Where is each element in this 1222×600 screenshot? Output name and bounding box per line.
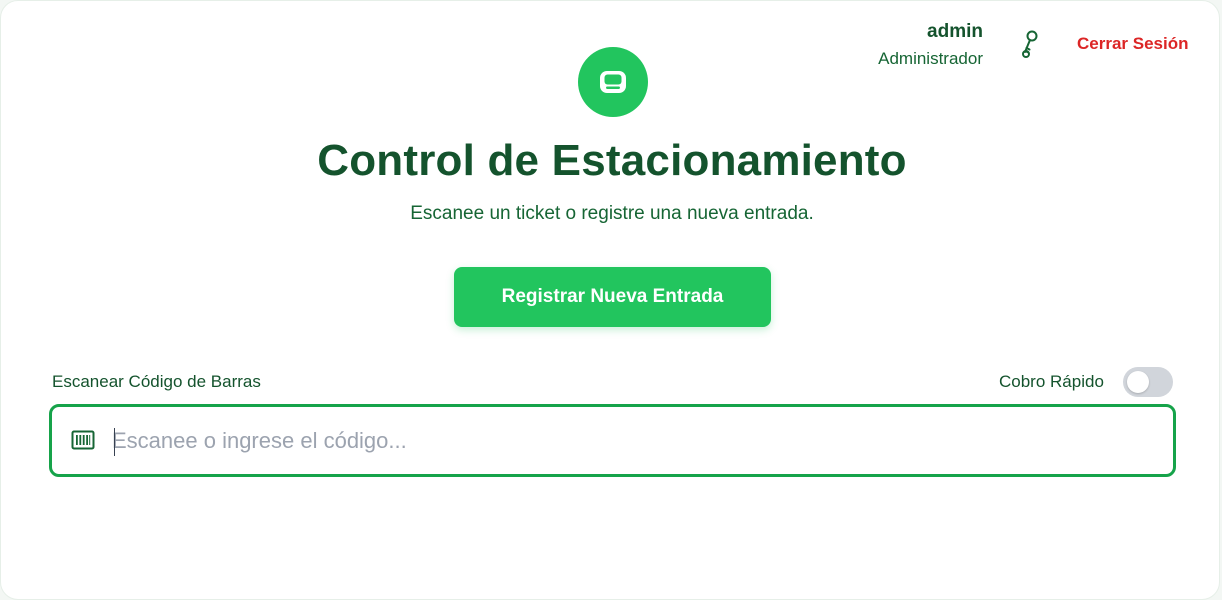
page-title: Control de Estacionamiento	[317, 136, 907, 185]
toggle-knob	[1127, 371, 1149, 393]
text-caret	[114, 428, 115, 456]
barcode-icon	[71, 429, 95, 451]
register-entry-button[interactable]: Registrar Nueva Entrada	[454, 267, 771, 327]
user-name: admin	[927, 21, 983, 42]
key-icon	[1022, 30, 1038, 58]
scan-label: Escanear Código de Barras	[52, 372, 261, 391]
change-password-button[interactable]	[1015, 28, 1045, 60]
logout-button[interactable]: Cerrar Sesión	[1077, 34, 1189, 54]
page-subtitle: Escanee un ticket o registre una nueva e…	[410, 203, 814, 224]
barcode-input[interactable]	[112, 421, 1152, 461]
main-card: admin Administrador Cerrar Sesión Contro…	[0, 0, 1220, 600]
user-role: Administrador	[878, 49, 983, 68]
car-icon	[600, 71, 626, 93]
app-logo	[578, 47, 648, 117]
quick-charge-label: Cobro Rápido	[999, 372, 1104, 391]
quick-charge-toggle[interactable]	[1123, 367, 1173, 397]
user-info: admin Administrador	[878, 21, 983, 70]
barcode-input-wrapper	[49, 404, 1176, 477]
